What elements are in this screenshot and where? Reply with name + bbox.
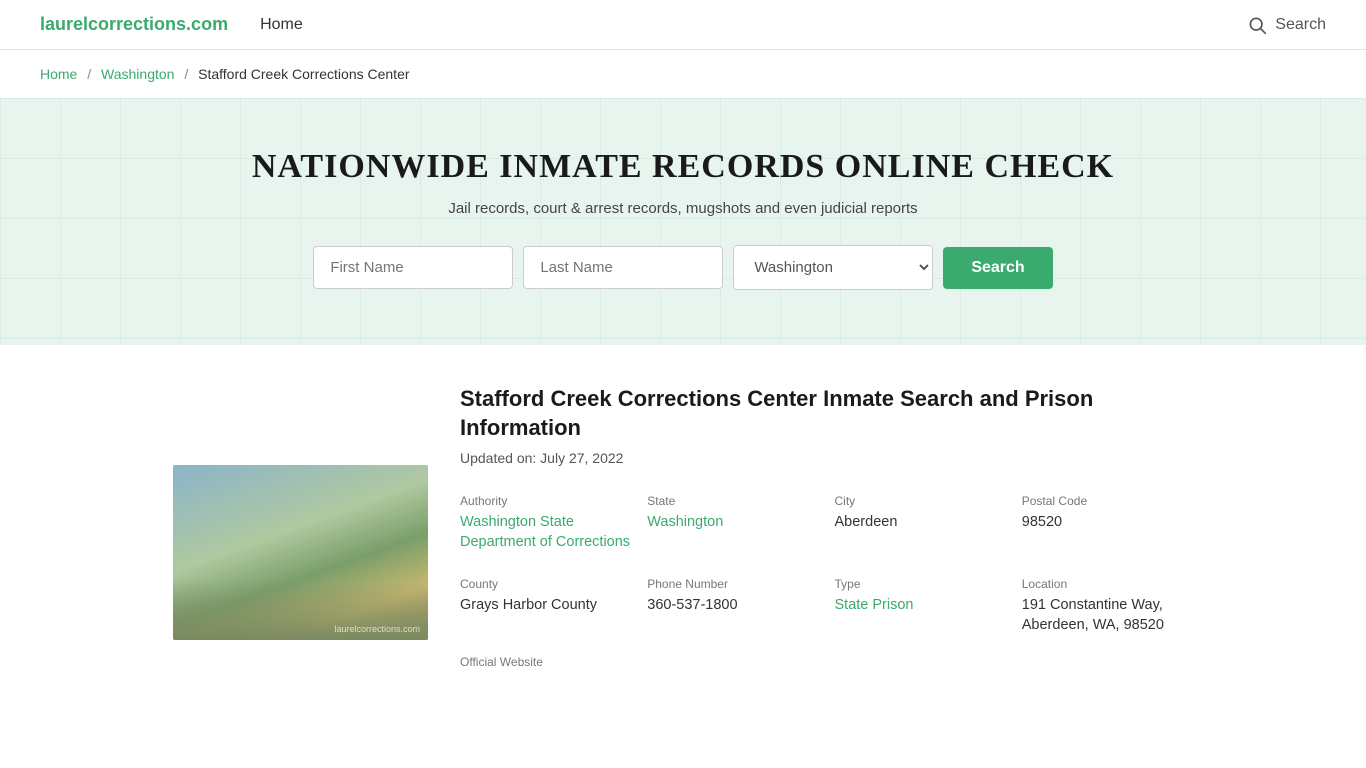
nav-home-link[interactable]: Home bbox=[260, 16, 303, 34]
phone-value: 360-537-1800 bbox=[647, 595, 818, 615]
breadcrumb-state[interactable]: Washington bbox=[101, 66, 174, 82]
official-website-label: Official Website bbox=[460, 655, 1193, 669]
breadcrumb-sep-1: / bbox=[87, 66, 91, 82]
postal-value: 98520 bbox=[1022, 512, 1193, 532]
updated-date: Updated on: July 27, 2022 bbox=[460, 450, 1193, 466]
county-value: Grays Harbor County bbox=[460, 595, 631, 615]
header-search-button[interactable]: Search bbox=[1247, 15, 1326, 35]
location-label: Location bbox=[1022, 577, 1193, 591]
header-left: laurelcorrections.com Home bbox=[40, 14, 303, 35]
facility-title: Stafford Creek Corrections Center Inmate… bbox=[460, 385, 1193, 442]
header-search-label: Search bbox=[1275, 16, 1326, 34]
hero-subtitle: Jail records, court & arrest records, mu… bbox=[40, 200, 1326, 217]
facility-image-area bbox=[173, 465, 428, 669]
site-brand[interactable]: laurelcorrections.com bbox=[40, 14, 228, 35]
info-phone: Phone Number 360-537-1800 bbox=[647, 577, 818, 636]
postal-label: Postal Code bbox=[1022, 494, 1193, 508]
info-postal: Postal Code 98520 bbox=[1022, 494, 1193, 553]
content-area: Stafford Creek Corrections Center Inmate… bbox=[133, 345, 1233, 709]
header: laurelcorrections.com Home Search bbox=[0, 0, 1366, 50]
breadcrumb-sep-2: / bbox=[184, 66, 188, 82]
search-button[interactable]: Search bbox=[943, 247, 1052, 289]
authority-label: Authority bbox=[460, 494, 631, 508]
info-location: Location 191 Constantine Way, Aberdeen, … bbox=[1022, 577, 1193, 636]
info-grid: Authority Washington State Department of… bbox=[460, 494, 1193, 635]
search-icon bbox=[1247, 15, 1267, 35]
county-label: County bbox=[460, 577, 631, 591]
hero-title: NATIONWIDE INMATE RECORDS ONLINE CHECK bbox=[40, 148, 1326, 186]
type-value[interactable]: State Prison bbox=[835, 595, 1006, 615]
facility-photo bbox=[173, 465, 428, 640]
breadcrumb-home[interactable]: Home bbox=[40, 66, 77, 82]
hero-section: NATIONWIDE INMATE RECORDS ONLINE CHECK J… bbox=[0, 98, 1366, 345]
inmate-search-form: AlabamaAlaskaArizonaArkansasCaliforniaCo… bbox=[40, 245, 1326, 290]
breadcrumb: Home / Washington / Stafford Creek Corre… bbox=[0, 50, 1366, 98]
last-name-input[interactable] bbox=[523, 246, 723, 289]
city-value: Aberdeen bbox=[835, 512, 1006, 532]
state-select[interactable]: AlabamaAlaskaArizonaArkansasCaliforniaCo… bbox=[733, 245, 933, 290]
info-state: State Washington bbox=[647, 494, 818, 553]
authority-value[interactable]: Washington State Department of Correctio… bbox=[460, 512, 631, 553]
breadcrumb-facility: Stafford Creek Corrections Center bbox=[198, 66, 409, 82]
state-label: State bbox=[647, 494, 818, 508]
first-name-input[interactable] bbox=[313, 246, 513, 289]
city-label: City bbox=[835, 494, 1006, 508]
location-value: 191 Constantine Way, Aberdeen, WA, 98520 bbox=[1022, 595, 1193, 636]
info-city: City Aberdeen bbox=[835, 494, 1006, 553]
state-value[interactable]: Washington bbox=[647, 512, 818, 532]
facility-info: Stafford Creek Corrections Center Inmate… bbox=[460, 385, 1193, 669]
info-authority: Authority Washington State Department of… bbox=[460, 494, 631, 553]
info-county: County Grays Harbor County bbox=[460, 577, 631, 636]
type-label: Type bbox=[835, 577, 1006, 591]
phone-label: Phone Number bbox=[647, 577, 818, 591]
info-type: Type State Prison bbox=[835, 577, 1006, 636]
